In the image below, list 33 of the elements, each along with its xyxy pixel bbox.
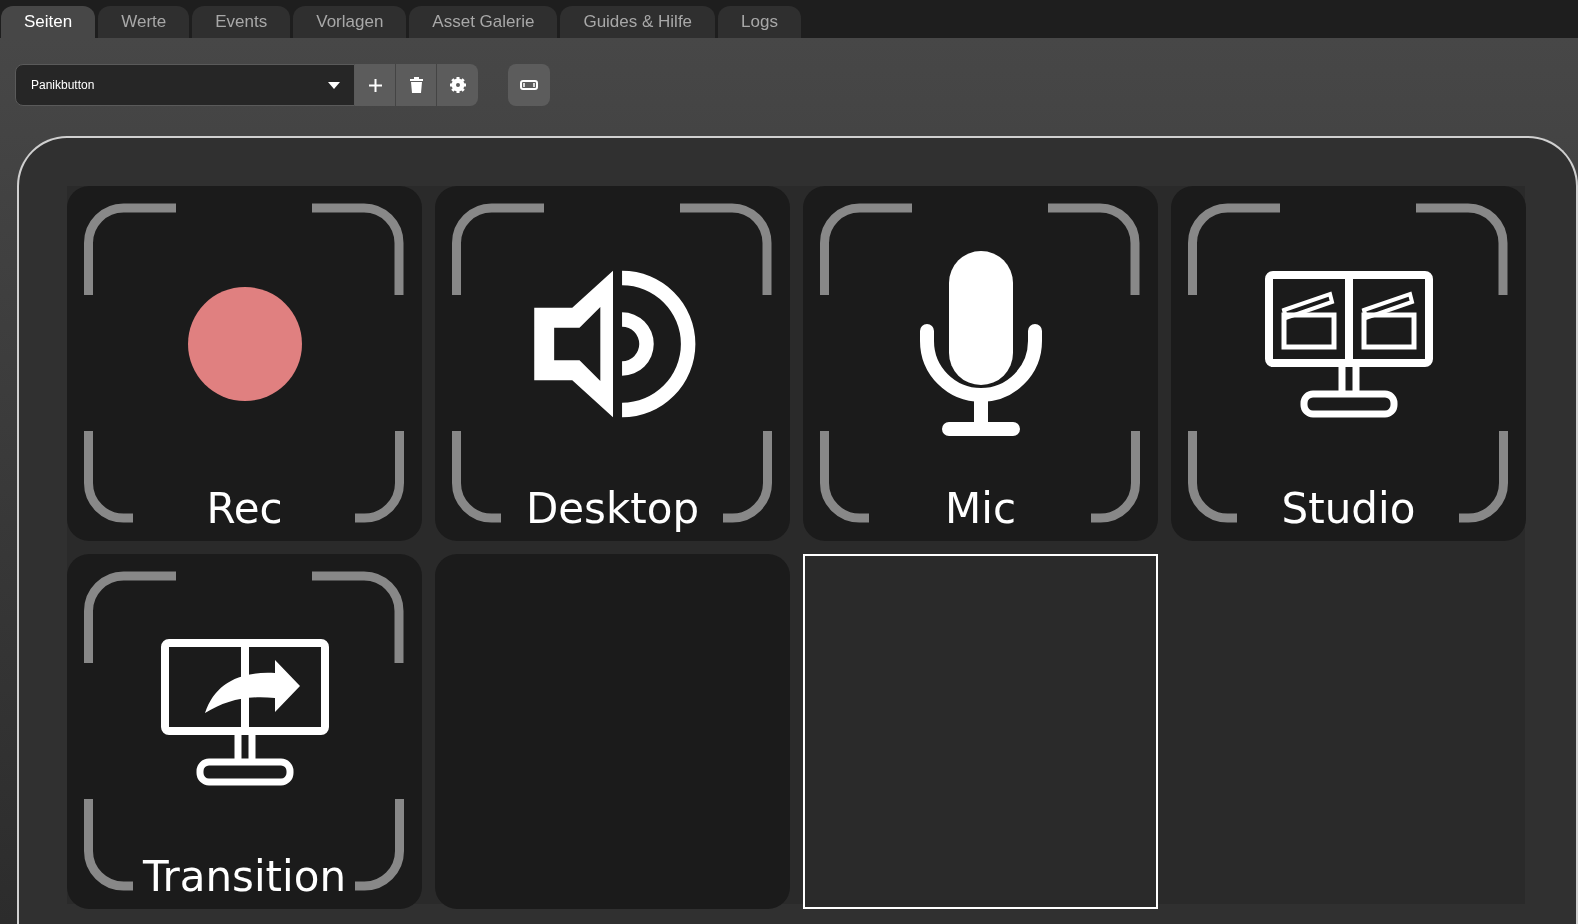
deck-button[interactable]: Studio [1171,186,1526,541]
empty-slot[interactable] [803,554,1158,909]
monitor-arrow-icon [159,638,330,786]
tab[interactable]: Vorlagen [293,6,407,38]
deck-button[interactable]: Rec [67,186,422,541]
dropdown-value: Panikbutton [31,77,95,94]
button-label: Transition [141,851,348,903]
page-dropdown[interactable]: Panikbutton [15,64,355,106]
deck-button[interactable]: Desktop [435,186,790,541]
add-button[interactable] [355,64,396,106]
trash-icon [409,77,423,93]
device-button[interactable] [508,64,550,106]
button-label: Mic [944,483,1017,535]
tab[interactable]: Seiten [1,6,96,38]
tab[interactable]: Logs [718,6,801,38]
button-label: Desktop [524,483,701,535]
deck-button[interactable]: Mic [803,186,1158,541]
record-icon [186,286,303,402]
tab[interactable]: Werte [98,6,190,38]
plus-icon [368,78,382,92]
delete-button[interactable] [396,64,437,106]
tab[interactable]: Events [192,6,291,38]
microphone-icon [918,249,1043,439]
device-icon [520,80,538,90]
caret-icon [328,81,340,89]
deck-button[interactable]: Transition [67,554,422,909]
button-label: Rec [205,483,284,535]
settings-icon [449,77,466,93]
tab[interactable]: Asset Galerie [409,6,558,38]
settings-button[interactable] [437,64,478,106]
tab[interactable]: Guides & Hilfe [560,6,716,38]
button-label: Studio [1280,483,1417,535]
monitor-icon [1263,270,1434,418]
